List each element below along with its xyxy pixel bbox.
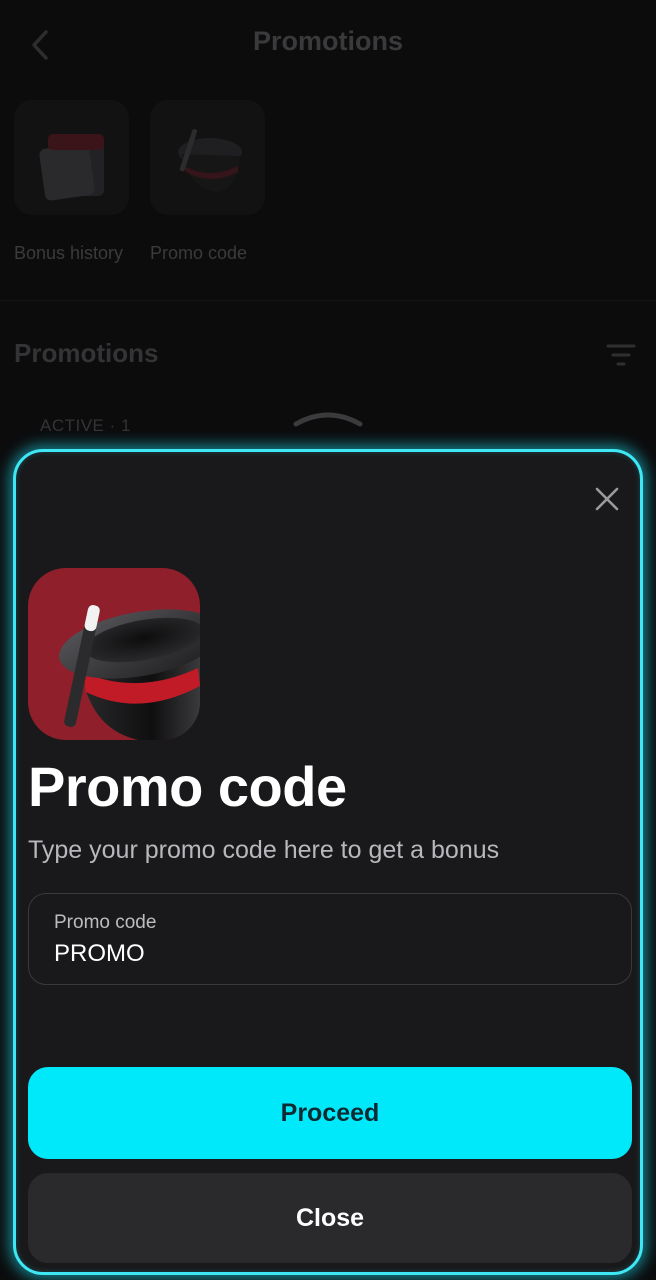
top-bar: Promotions — [0, 0, 656, 90]
calendar-icon — [14, 100, 129, 215]
shortcut-label: Bonus history — [14, 243, 124, 263]
close-icon[interactable] — [592, 484, 622, 514]
shortcut-promo-code[interactable]: Promo code — [150, 100, 265, 264]
shortcut-label: Promo code — [150, 243, 248, 263]
active-count-label: ACTIVE · 1 — [40, 416, 131, 435]
divider — [0, 300, 656, 301]
promo-code-label: Promo code — [54, 912, 157, 933]
sheet-handle-icon[interactable] — [292, 408, 364, 430]
promo-code-sheet: Promo code Type your promo code here to … — [13, 449, 643, 1275]
proceed-button[interactable]: Proceed — [28, 1067, 632, 1159]
page: Promotions Bonus history Promo code Prom… — [0, 0, 656, 1280]
sheet-title: Promo code — [28, 755, 347, 818]
magic-hat-icon — [28, 568, 200, 740]
magic-hat-icon — [150, 100, 265, 215]
close-button[interactable]: Close — [28, 1173, 632, 1263]
filter-icon[interactable] — [606, 342, 636, 368]
promo-code-input[interactable] — [54, 940, 594, 968]
promo-code-field[interactable]: Promo code — [28, 893, 632, 985]
section-title: Promotions — [14, 338, 159, 368]
sheet-subtitle: Type your promo code here to get a bonus — [28, 836, 500, 864]
shortcut-bonus-history[interactable]: Bonus history — [14, 100, 129, 264]
page-title: Promotions — [252, 26, 403, 56]
